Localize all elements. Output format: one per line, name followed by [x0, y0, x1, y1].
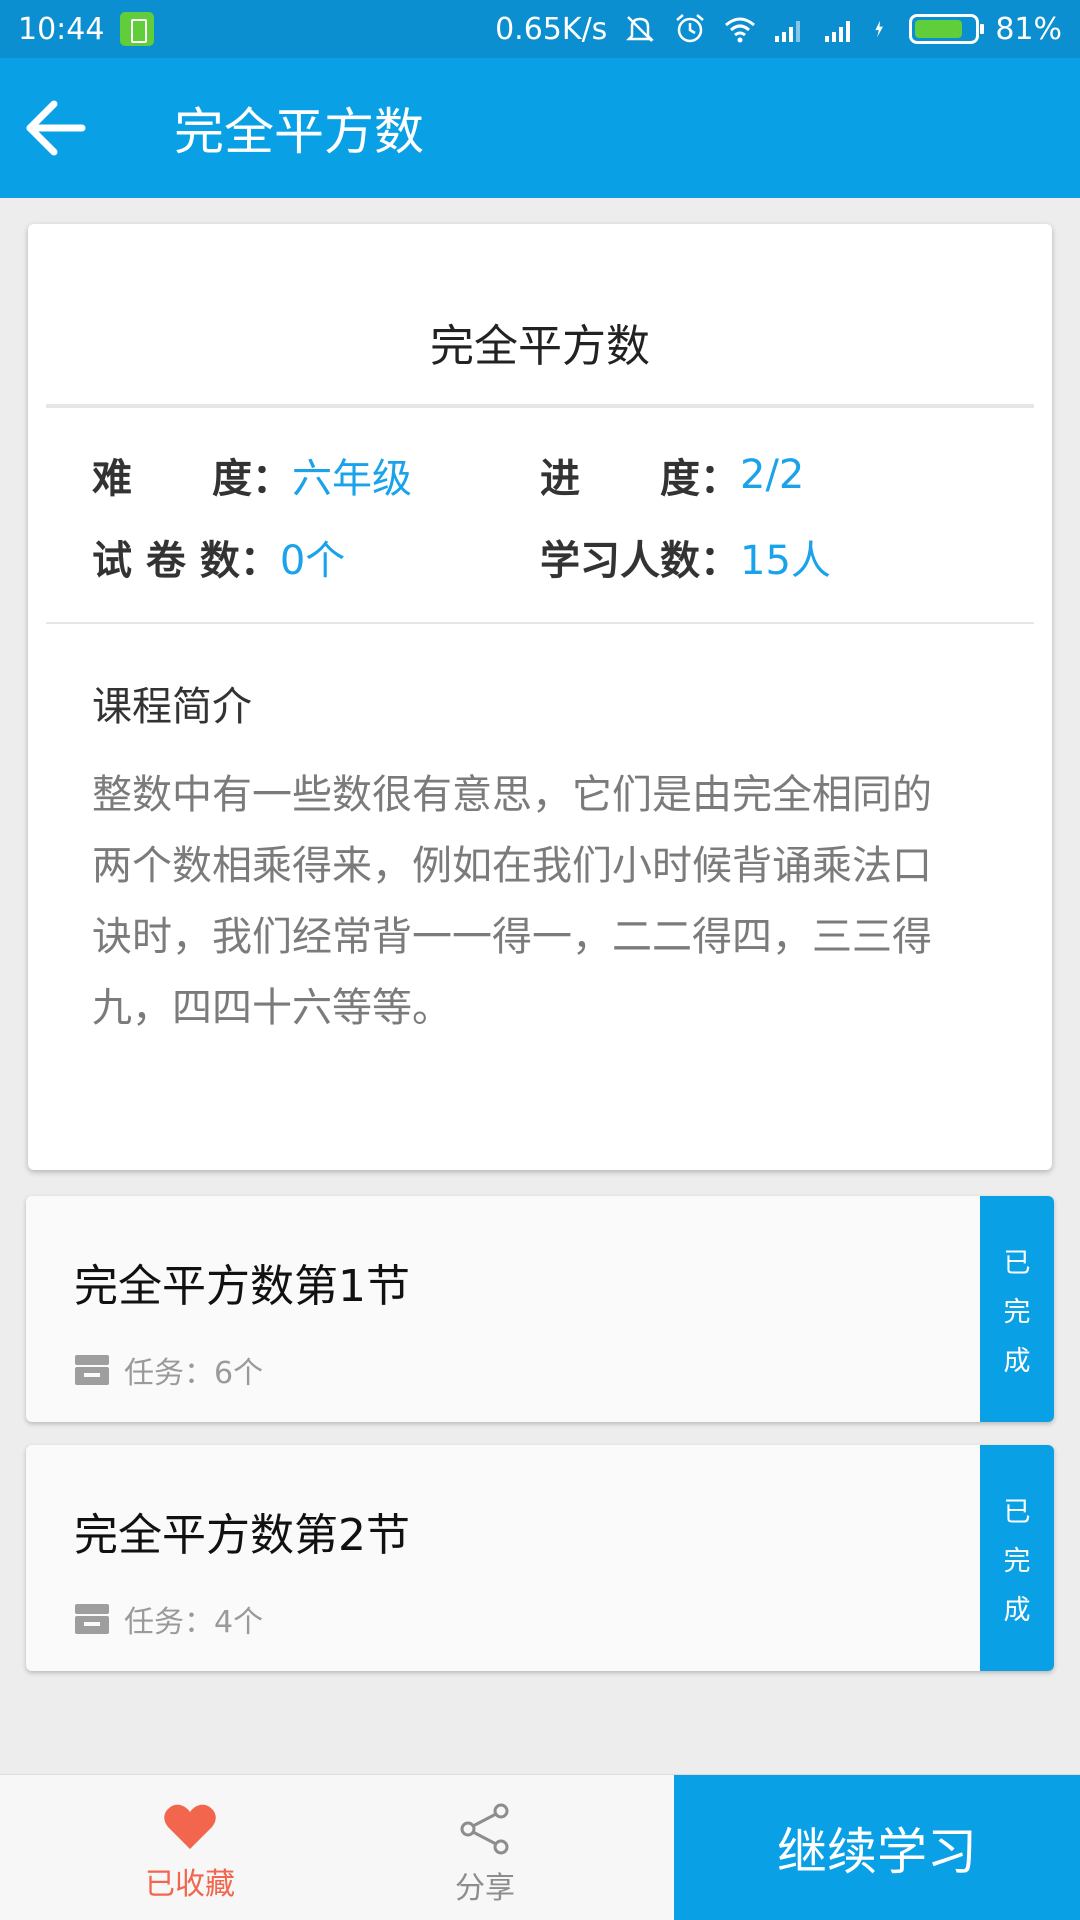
completed-badge: 已 完 成: [980, 1196, 1054, 1422]
progress-row: 进 度： 2/2: [540, 446, 804, 504]
favorite-label: 已收藏: [145, 1867, 235, 1902]
bottom-action-bar: 已收藏 分享 继续学习: [0, 1774, 1080, 1920]
course-info-card: 完全平方数 难 度： 六年级 进 度： 2/2 试 卷 数： 0个 学习人数： …: [28, 224, 1052, 1170]
lesson-task-count: 任务：4个: [124, 1605, 264, 1640]
mute-icon: [626, 16, 655, 42]
papers-label: 试 卷 数：: [92, 538, 280, 584]
share-label: 分享: [455, 1871, 515, 1906]
signal-icon: [825, 21, 851, 42]
back-button[interactable]: [0, 58, 110, 198]
difficulty-row: 难 度： 六年级: [92, 446, 412, 504]
divider: [46, 622, 1034, 624]
battery-percent: 81%: [995, 11, 1062, 47]
continue-learning-button[interactable]: 继续学习: [674, 1775, 1080, 1920]
papers-value: 0个: [279, 538, 346, 584]
intro-text: 整数中有一些数很有意思，它们是由完全相同的两个数相乘得来，例如在我们小时候背诵乘…: [92, 772, 932, 1031]
favorite-button[interactable]: 已收藏: [100, 1775, 280, 1920]
completed-badge: 已 完 成: [980, 1445, 1054, 1671]
divider: [46, 404, 1034, 408]
share-button[interactable]: 分享: [395, 1775, 575, 1920]
archive-box-icon: [75, 1604, 109, 1634]
learners-value: 15人: [740, 538, 831, 584]
difficulty-label: 难 度：: [92, 456, 292, 502]
lesson-card-1[interactable]: 完全平方数第1节 任务：6个 已 完 成: [26, 1196, 1054, 1422]
badge-char: 完: [1003, 1296, 1031, 1328]
progress-label: 进 度：: [540, 456, 740, 502]
progress-value: 2/2: [740, 452, 805, 498]
archive-box-icon: [75, 1355, 109, 1385]
battery-icon: [909, 14, 985, 44]
status-bar: 10:44 0.65K/s 81%: [0, 0, 1080, 58]
battery-saver-icon: [120, 12, 155, 46]
papers-row: 试 卷 数： 0个: [92, 528, 345, 586]
charging-icon: [875, 20, 884, 38]
lesson-task-row: 任务：4个: [74, 1597, 263, 1641]
share-icon: [460, 1803, 509, 1855]
signal-icon: [775, 21, 801, 42]
learners-label: 学习人数：: [540, 538, 740, 584]
arrow-left-icon: [26, 100, 86, 156]
wifi-icon: [725, 17, 756, 43]
lesson-card-2[interactable]: 完全平方数第2节 任务：4个 已 完 成: [26, 1445, 1054, 1671]
alarm-icon: [676, 14, 705, 43]
badge-char: 已: [1003, 1247, 1031, 1279]
intro-heading: 课程简介: [92, 684, 252, 730]
badge-char: 已: [1003, 1496, 1031, 1528]
status-time: 10:44: [18, 11, 105, 47]
app-bar: 完全平方数: [0, 58, 1080, 198]
heart-icon: [164, 1804, 216, 1849]
network-speed: 0.65K/s: [495, 11, 608, 47]
page-title: 完全平方数: [174, 103, 424, 161]
badge-char: 成: [1003, 1345, 1031, 1377]
course-title: 完全平方数: [430, 321, 650, 372]
lesson-task-row: 任务：6个: [74, 1348, 263, 1392]
lesson-name: 完全平方数第1节: [74, 1261, 410, 1312]
lesson-name: 完全平方数第2节: [74, 1510, 410, 1561]
learners-row: 学习人数： 15人: [540, 528, 831, 586]
badge-char: 成: [1003, 1594, 1031, 1626]
lesson-task-count: 任务：6个: [124, 1356, 264, 1391]
difficulty-value: 六年级: [292, 456, 412, 502]
badge-char: 完: [1003, 1545, 1031, 1577]
